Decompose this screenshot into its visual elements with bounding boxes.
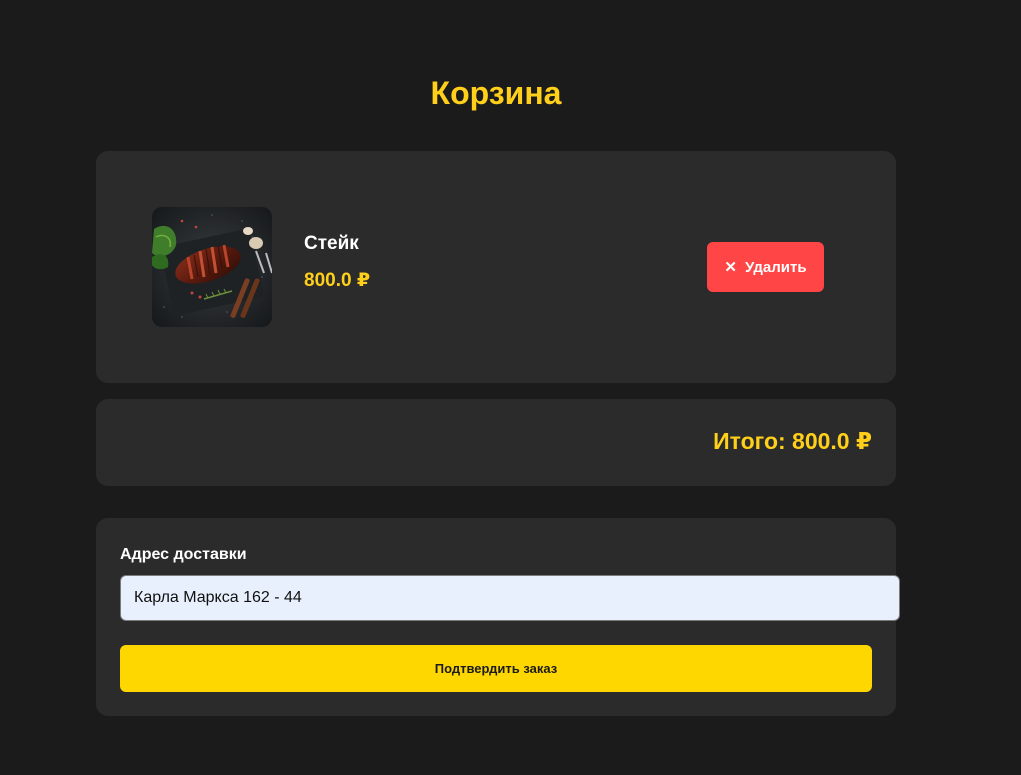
- address-input[interactable]: [120, 575, 900, 621]
- delete-button-label: Удалить: [745, 258, 807, 276]
- page-title: Корзина: [430, 75, 562, 111]
- confirm-order-button[interactable]: Подтвердить заказ: [120, 645, 872, 692]
- close-icon: ✕: [724, 258, 737, 276]
- steak-photo: [152, 207, 272, 327]
- address-label: Адрес доставки: [120, 546, 247, 563]
- total-card: Итого: 800.0 ₽: [96, 399, 896, 486]
- delete-button[interactable]: ✕ Удалить: [707, 242, 824, 292]
- cart-item-card: Стейк 800.0 ₽ ✕ Удалить: [96, 151, 896, 383]
- cart-total: Итого: 800.0 ₽: [713, 428, 872, 454]
- product-name: Стейк: [304, 233, 359, 254]
- product-price: 800.0 ₽: [304, 270, 371, 291]
- delivery-form: Адрес доставки Подтвердить заказ: [96, 518, 900, 716]
- product-image: [152, 207, 272, 327]
